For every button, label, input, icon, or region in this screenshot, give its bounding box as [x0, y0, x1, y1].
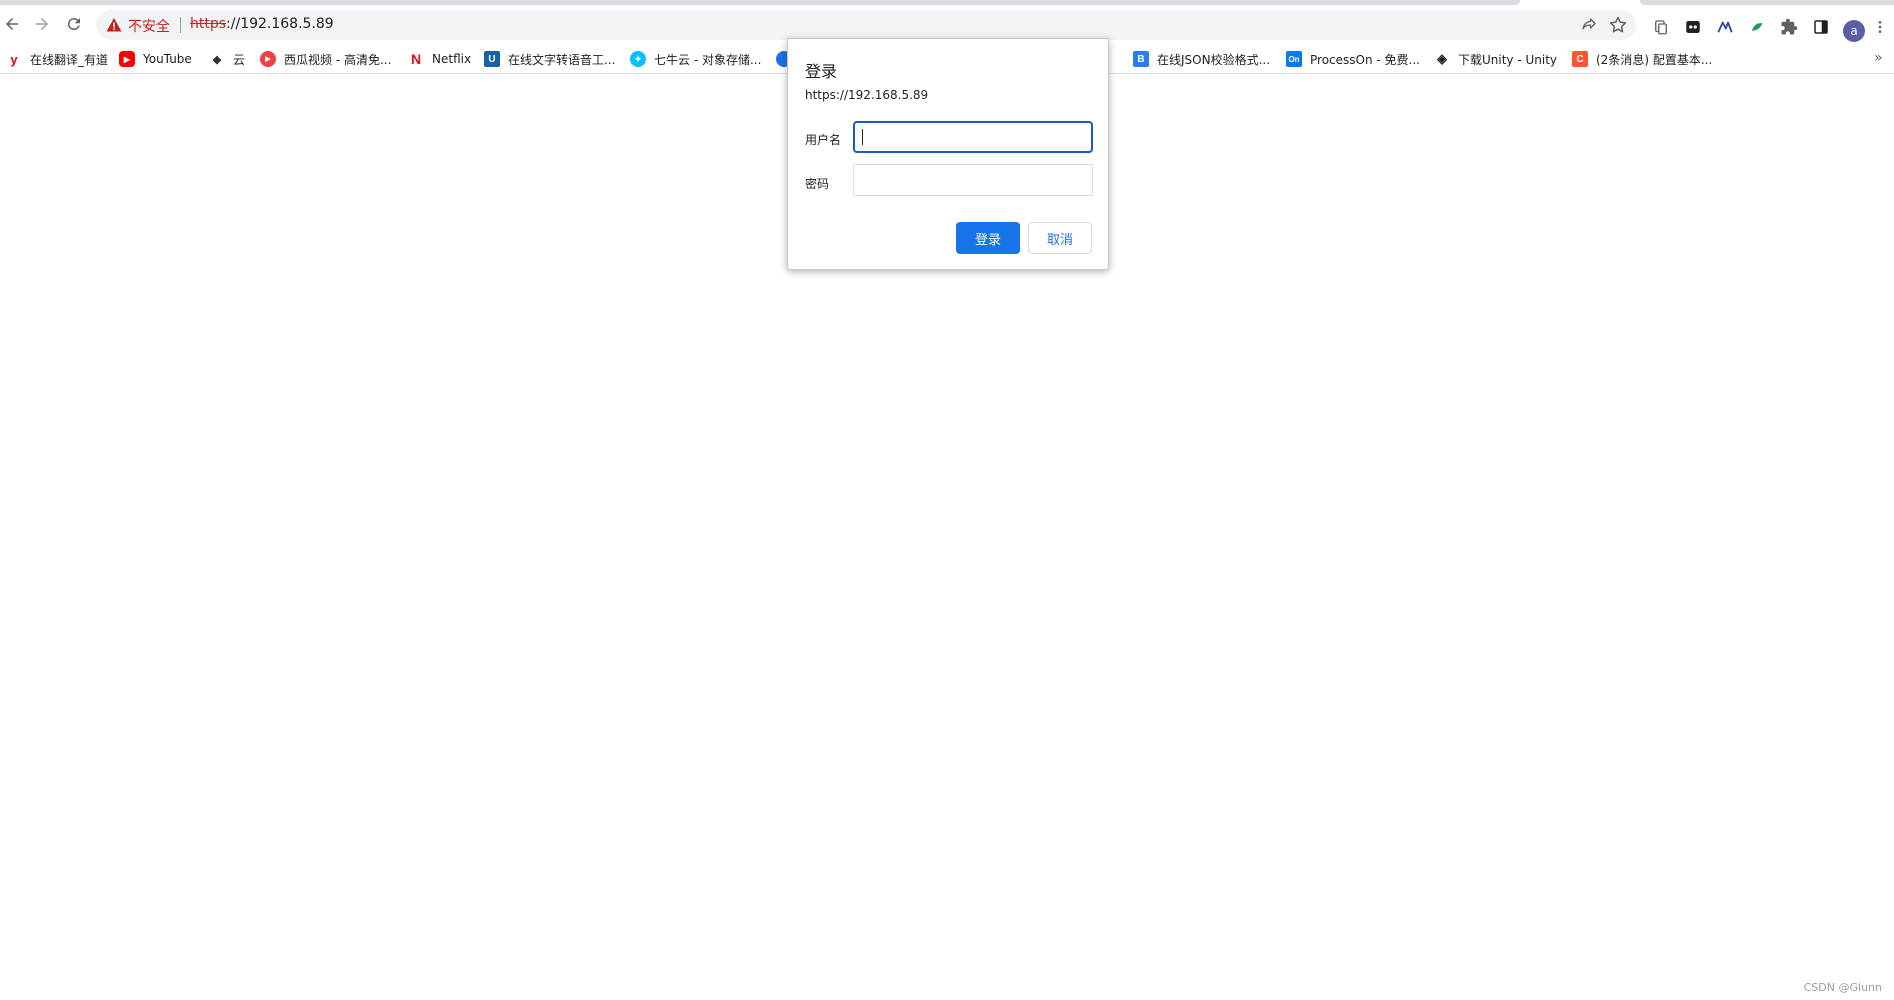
extensions-button[interactable] — [1778, 16, 1800, 38]
side-panel-icon — [1814, 20, 1828, 34]
copy-icon — [1655, 20, 1667, 35]
processon-icon: On — [1286, 51, 1302, 67]
login-button[interactable]: 登录 — [956, 222, 1020, 254]
bookmark-item[interactable]: ◆ 云 — [209, 48, 245, 70]
extension-leaf-icon[interactable] — [1746, 16, 1768, 38]
address-separator — [180, 17, 181, 33]
password-label: 密码 — [805, 177, 830, 191]
bookmark-item[interactable]: U 在线文字转语音工... — [484, 48, 615, 70]
dialog-origin: https://192.168.5.89 — [805, 88, 929, 102]
bookmark-item[interactable]: N Netflix — [408, 48, 471, 70]
unity-icon: ◈ — [1437, 51, 1447, 66]
extension-lambda-icon[interactable] — [1714, 16, 1736, 38]
bookmark-item[interactable]: y 在线翻译_有道 — [6, 48, 108, 70]
bookmark-label: YouTube — [143, 52, 192, 66]
netflix-icon: N — [410, 51, 422, 67]
arrow-left-icon — [6, 18, 18, 30]
address-bar[interactable]: 不安全 https://192.168.5.89 — [96, 10, 1636, 40]
arrow-right-icon — [36, 18, 48, 30]
reload-icon — [67, 18, 80, 31]
bookmark-item[interactable]: ▶ 西瓜视频 - 高清免... — [260, 48, 391, 70]
bookmark-item[interactable]: ▶ YouTube — [119, 48, 192, 70]
username-label: 用户名 — [805, 133, 842, 147]
cancel-button[interactable]: 取消 — [1028, 222, 1092, 254]
url-host: ://192.168.5.89 — [226, 16, 334, 32]
cloud-app-icon: ◆ — [212, 53, 222, 66]
watermark: CSDN @Glunn — [1803, 981, 1882, 994]
dialog-title: 登录 — [805, 62, 838, 81]
password-field[interactable] — [853, 164, 1093, 196]
bookmark-item[interactable]: B 在线JSON校验格式... — [1133, 48, 1270, 70]
qiniu-icon: ✦ — [630, 51, 646, 67]
warning-icon — [106, 18, 122, 32]
login-dialog: 登录 https://192.168.5.89 用户名 密码 登录 取消 — [787, 38, 1109, 270]
security-status-label[interactable]: 不安全 — [128, 16, 170, 36]
username-field[interactable] — [853, 121, 1093, 153]
tab-strip-left — [0, 0, 1520, 5]
tab-strip — [0, 0, 1894, 8]
bookmark-label: (2条消息) 配置基本... — [1596, 52, 1713, 67]
reload-button[interactable] — [62, 12, 86, 36]
xigua-icon: ▶ — [260, 51, 276, 67]
star-icon[interactable] — [1608, 15, 1628, 35]
tab-strip-right — [1640, 0, 1894, 5]
bookmark-label: 西瓜视频 - 高清免... — [284, 52, 392, 67]
bookmark-label: 下载Unity - Unity — [1458, 52, 1558, 67]
browser-menu-button[interactable] — [1872, 16, 1888, 38]
youdao-icon: y — [10, 51, 18, 67]
more-bookmarks-button[interactable]: » — [1874, 50, 1883, 66]
bookmark-item[interactable]: C (2条消息) 配置基本... — [1572, 48, 1712, 70]
puzzle-icon — [1781, 18, 1798, 35]
tts-tool-icon: U — [484, 51, 500, 67]
url-text[interactable]: https://192.168.5.89 — [190, 16, 334, 32]
bookmark-label: 云 — [233, 52, 246, 67]
browser-toolbar: 不安全 https://192.168.5.89 a — [0, 8, 1894, 42]
mask-icon — [1686, 21, 1700, 33]
bookmark-label: 在线JSON校验格式... — [1157, 52, 1271, 67]
reading-list-icon[interactable] — [1650, 16, 1672, 38]
url-scheme: https — [190, 16, 227, 32]
side-panel-button[interactable] — [1810, 16, 1832, 38]
leaf-icon — [1751, 23, 1763, 31]
bookmark-label: Netflix — [432, 52, 472, 66]
share-icon[interactable] — [1580, 16, 1598, 34]
bookmark-label: 在线文字转语音工... — [508, 52, 616, 67]
bookmark-label: 在线翻译_有道 — [30, 52, 109, 67]
profile-avatar[interactable]: a — [1843, 20, 1865, 42]
back-button[interactable] — [0, 12, 24, 36]
bookmark-item[interactable]: ◈ 下载Unity - Unity — [1434, 48, 1557, 70]
youtube-icon: ▶ — [119, 51, 135, 67]
bookmark-label: 七牛云 - 对象存储... — [654, 52, 762, 67]
csdn-icon: C — [1572, 51, 1588, 67]
lambda-icon — [1717, 21, 1733, 33]
text-caret — [862, 129, 863, 145]
more-vertical-icon — [1878, 21, 1882, 33]
bookmark-item[interactable]: On ProcessOn - 免费... — [1286, 48, 1420, 70]
bookmark-item[interactable]: ✦ 七牛云 - 对象存储... — [630, 48, 761, 70]
extension-mask-icon[interactable] — [1682, 16, 1704, 38]
forward-button[interactable] — [30, 12, 54, 36]
json-tool-icon: B — [1133, 51, 1149, 67]
bookmark-label: ProcessOn - 免费... — [1310, 52, 1420, 67]
